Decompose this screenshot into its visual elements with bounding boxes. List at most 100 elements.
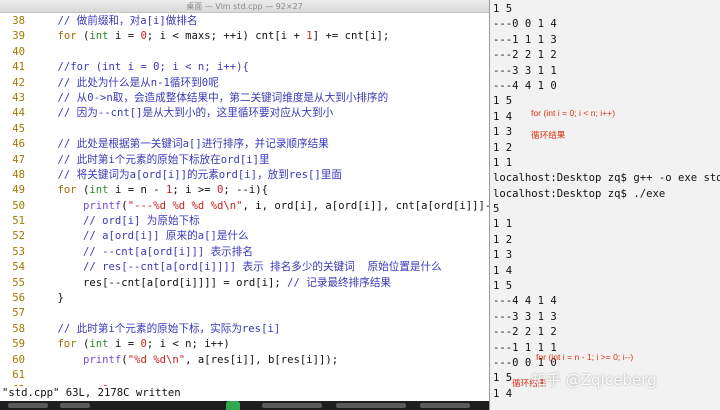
line-code: for (int i = n - 1; i >= 0; --i){ (25, 183, 269, 198)
line-code: // ord[i] 为原始下标 (25, 214, 200, 229)
line-number: 52 (12, 230, 25, 243)
code-line[interactable]: 53 // --cnt[a[ord[i]]] 表示排名 (0, 245, 489, 260)
terminal-line: ---2 2 1 2 (493, 326, 557, 339)
code-line[interactable]: 51 // ord[i] 为原始下标 (0, 214, 489, 229)
code-line[interactable]: 47 // 此时第i个元素的原始下标放在ord[i]里 (0, 153, 489, 168)
terminal-line: localhost:Desktop zq$ g++ -o exe std (493, 172, 720, 185)
line-code: printf("---%d %d %d %d\n", i, ord[i], a[… (25, 199, 489, 214)
code-token-comment: // a[ord[i]] 原来的a[]是什么 (32, 230, 249, 243)
line-number: 51 (12, 215, 25, 228)
code-token-plain: ( (76, 30, 90, 43)
terminal-line: ---4 4 1 4 (493, 295, 557, 308)
line-number: 60 (12, 353, 25, 366)
code-token-type: int (89, 30, 109, 43)
line-number: 47 (12, 153, 25, 166)
watermark: 知乎 @ZqIceberg (531, 371, 657, 389)
code-line[interactable]: 59 for (int i = 0; i < n; i++) (0, 337, 489, 352)
code-token-str: "%d %d\n" (127, 353, 186, 366)
terminal-line: 1 2 (493, 141, 513, 154)
code-line[interactable]: 61 (0, 368, 489, 383)
window-title: 桌面 — Vim std.cpp — 92×27 (186, 2, 303, 11)
vim-window[interactable]: 桌面 — Vim std.cpp — 92×27 38 // 做前缀和，对a[i… (0, 0, 489, 410)
code-token-comment: // 因为--cnt[]是从大到小的，这里循环要对应从大到小 (32, 107, 334, 120)
code-line[interactable]: 60 printf("%d %d\n", a[res[i]], b[res[i]… (0, 353, 489, 368)
code-token-kw: for (32, 338, 77, 351)
code-token-type: int (89, 184, 109, 197)
code-token-plain: , a[res[i]], b[res[i]]); (185, 353, 339, 366)
code-line[interactable]: 57 (0, 306, 489, 321)
code-line[interactable]: 43 // 从0->n取，会造成整体结果中，第二关键词维度是从大到小排序的 (0, 91, 489, 106)
line-number: 50 (12, 199, 25, 212)
code-line[interactable]: 45 (0, 122, 489, 137)
dock-app-icon (226, 401, 240, 410)
line-number: 58 (12, 322, 25, 335)
annotation-forward-loop: for (int i = 0; i < n; i++) (531, 108, 616, 118)
blurred-text (262, 403, 322, 408)
terminal-line: 1 4 (493, 264, 513, 277)
blurred-text (420, 403, 470, 408)
line-code: // 将关键词为a[ord[i]]的元素ord[i]，放到res[]里面 (25, 168, 342, 183)
code-line[interactable]: 41 //for (int i = 0; i < n; i++){ (0, 60, 489, 75)
line-code: for (int i = 0; i < maxs; ++i) cnt[i + 1… (25, 29, 390, 44)
terminal-line: 1 1 (493, 218, 513, 231)
line-number: 38 (12, 15, 25, 27)
code-token-plain: ; --i){ (223, 184, 269, 197)
line-number: 46 (12, 138, 25, 151)
line-number: 56 (12, 292, 25, 305)
code-line[interactable]: 40 (0, 45, 489, 60)
line-code: // 做前缀和，对a[i]做排名 (25, 14, 198, 29)
terminal-line: localhost:Desktop zq$ ./exe (493, 187, 666, 200)
line-code: for (int i = 0; i < n; i++) (25, 337, 230, 352)
code-line[interactable]: 55 res[--cnt[a[ord[i]]]] = ord[i]; // 记录… (0, 276, 489, 291)
line-code: // 此时第i个元素的原始下标，实际为res[i] (25, 322, 281, 337)
terminal-line: 1 1 (493, 156, 513, 169)
code-token-plain: ; i < n; i++) (146, 338, 230, 351)
line-number: 55 (12, 276, 25, 289)
code-line[interactable]: 52 // a[ord[i]] 原来的a[]是什么 (0, 229, 489, 244)
code-line[interactable]: 38 // 做前缀和，对a[i]做排名 (0, 14, 489, 29)
terminal-window[interactable]: 1 5 ---0 0 1 4 ---1 1 1 3 ---2 2 1 2 ---3 3 … (489, 0, 720, 410)
code-editor[interactable]: 38 // 做前缀和，对a[i]做排名 39 for (int i = 0; i … (0, 14, 489, 410)
code-token-comment: // 此处是根据第一关键词a[]进行排序，并记录顺序结果 (32, 138, 329, 151)
code-token-comment: // 从0->n取，会造成整体结果中，第二关键词维度是从大到小排序的 (32, 91, 389, 104)
terminal-output: 1 5 ---0 0 1 4 ---1 1 1 3 ---2 2 1 2 ---3 3 … (493, 2, 720, 402)
line-number: 44 (12, 107, 25, 120)
code-token-kw: for (32, 184, 77, 197)
code-token-fn: printf (32, 353, 122, 366)
line-number: 40 (12, 45, 25, 58)
code-token-plain: ] += cnt[i]; (312, 30, 390, 43)
code-line[interactable]: 58 // 此时第i个元素的原始下标，实际为res[i] (0, 322, 489, 337)
code-token-comment: // res[--cnt[a[ord[i]]]] 表示 排名多少的关键词 原始位… (32, 261, 442, 274)
line-number: 43 (12, 91, 25, 104)
terminal-line: ---3 3 1 3 (493, 310, 557, 323)
line-code: res[--cnt[a[ord[i]]]] = ord[i]; // 记录最终排… (25, 276, 391, 291)
code-line[interactable]: 44 // 因为--cnt[]是从大到小的，这里循环要对应从大到小 (0, 106, 489, 121)
code-token-comment: // --cnt[a[ord[i]]] 表示排名 (32, 245, 253, 258)
code-token-plain: ( (76, 184, 90, 197)
line-code: // 从0->n取，会造成整体结果中，第二关键词维度是从大到小排序的 (25, 91, 389, 106)
line-number: 54 (12, 261, 25, 274)
code-line[interactable]: 46 // 此处是根据第一关键词a[]进行排序，并记录顺序结果 (0, 137, 489, 152)
code-line[interactable]: 56 } (0, 291, 489, 306)
code-line[interactable]: 42 // 此处为什么是从n-1循环到0呢 (0, 76, 489, 91)
code-token-comment: // 此时第i个元素的原始下标放在ord[i]里 (32, 153, 270, 166)
code-line[interactable]: 49 for (int i = n - 1; i >= 0; --i){ (0, 183, 489, 198)
terminal-line: 1 5 (493, 280, 513, 293)
line-code: // a[ord[i]] 原来的a[]是什么 (25, 229, 249, 244)
line-number: 49 (12, 184, 25, 197)
code-line[interactable]: 48 // 将关键词为a[ord[i]]的元素ord[i]，放到res[]里面 (0, 168, 489, 183)
code-line[interactable]: 50 printf("---%d %d %d %d\n", i, ord[i],… (0, 199, 489, 214)
line-number: 53 (12, 245, 25, 258)
code-line[interactable]: 39 for (int i = 0; i < maxs; ++i) cnt[i … (0, 29, 489, 44)
blurred-text (8, 403, 48, 408)
code-token-plain: ; i < maxs; ++i) cnt[i + (146, 30, 307, 43)
terminal-line: ---0 0 1 4 (493, 18, 557, 31)
code-token-comment: // 记录最终排序结果 (287, 276, 392, 289)
code-line[interactable]: 54 // res[--cnt[a[ord[i]]]] 表示 排名多少的关键词 … (0, 260, 489, 275)
annotation-reverse-loop: for (int i = n - 1; i >= 0; i--) (536, 352, 634, 362)
line-code: printf("%d %d\n", a[res[i]], b[res[i]]); (25, 353, 338, 368)
line-number: 41 (12, 61, 25, 74)
code-token-comment: // 此时第i个元素的原始下标，实际为res[i] (32, 322, 281, 335)
